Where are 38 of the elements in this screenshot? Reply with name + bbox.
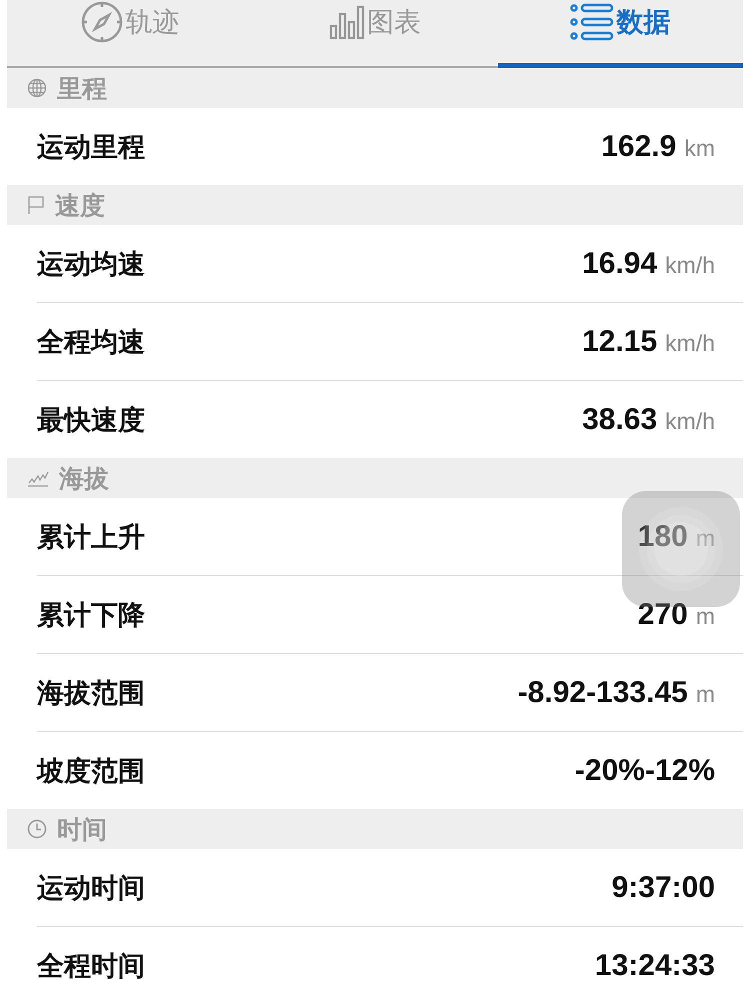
stat-value: 162.9 [601, 130, 676, 164]
stat-unit: km [684, 134, 715, 162]
stat-value: 38.63 [582, 402, 658, 436]
stat-value: 16.94 [582, 246, 658, 280]
bar-chart-icon [328, 4, 365, 40]
line-chart-icon [27, 469, 49, 487]
stat-label: 海拔范围 [37, 676, 146, 710]
stat-label: 全程均速 [37, 326, 146, 360]
section-title: 时间 [57, 814, 107, 846]
stat-label: 坡度范围 [37, 754, 146, 788]
stat-value: 270 [638, 598, 688, 632]
stat-unit: m [696, 524, 715, 552]
flag-icon [27, 195, 45, 215]
stat-value: 180 [638, 520, 688, 554]
stat-label: 运动均速 [37, 248, 146, 282]
stat-label: 最快速度 [37, 404, 146, 438]
section-title: 海拔 [59, 462, 109, 494]
stat-unit: km/h [665, 252, 715, 278]
stat-unit: m [696, 602, 715, 630]
section-title: 里程 [57, 72, 107, 104]
stat-label: 运动时间 [37, 872, 146, 906]
globe-icon [27, 78, 47, 98]
stat-label: 运动里程 [37, 130, 146, 164]
section-title: 速度 [55, 190, 105, 222]
stat-unit: km/h [665, 408, 715, 434]
stat-value: 13:24:33 [594, 948, 715, 982]
stat-value: 12.15 [582, 324, 658, 358]
stat-value: -20%-12% [574, 754, 715, 788]
list-icon [570, 2, 614, 40]
stat-label: 累计下降 [37, 598, 146, 632]
stat-value: 9:37:00 [612, 870, 715, 904]
stat-unit: m [696, 680, 715, 708]
compass-icon [80, 0, 124, 44]
stat-label: 累计上升 [37, 520, 146, 554]
clock-icon [27, 819, 47, 839]
stat-label: 全程时间 [37, 950, 146, 984]
stat-value: -8.92-133.45 [518, 676, 688, 710]
stat-unit: km/h [665, 330, 715, 356]
